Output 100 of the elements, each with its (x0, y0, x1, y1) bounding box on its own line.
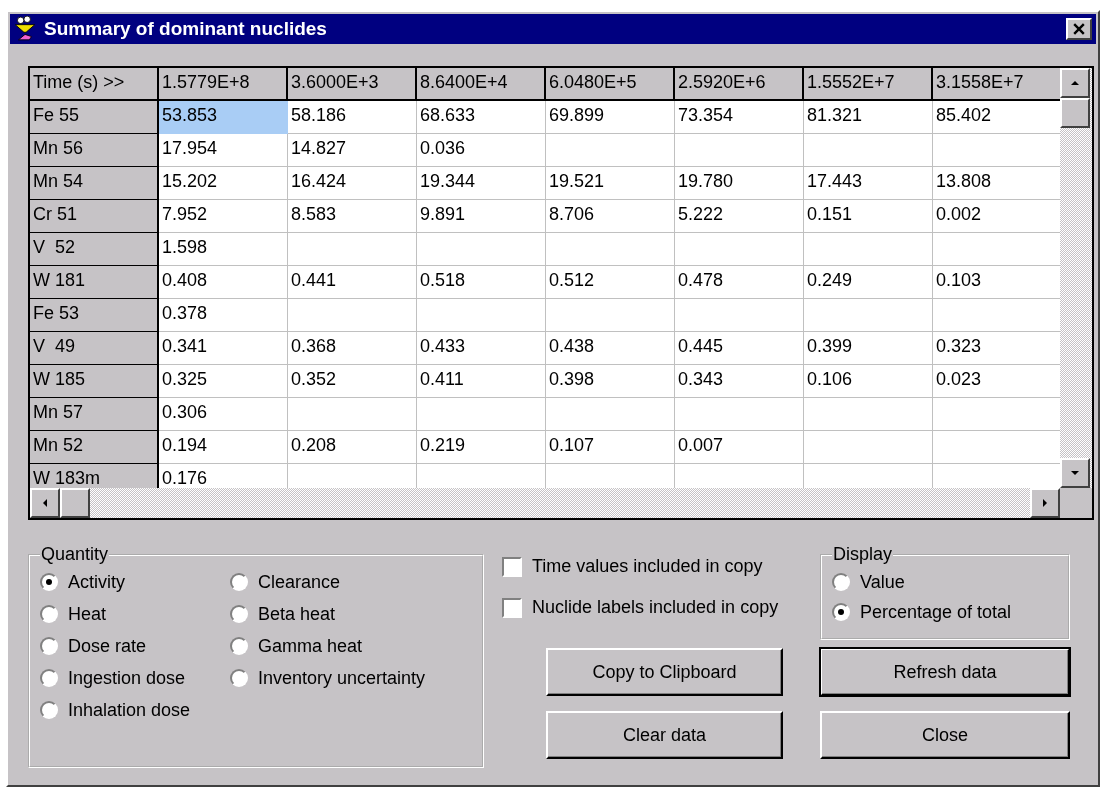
radio-option[interactable]: Inventory uncertainty (230, 665, 472, 691)
radio-button[interactable] (230, 605, 248, 623)
table-cell[interactable]: 0.433 (417, 332, 546, 365)
table-cell[interactable]: 0.151 (804, 200, 933, 233)
radio-option[interactable]: Value (832, 567, 1058, 597)
radio-button[interactable] (230, 573, 248, 591)
table-cell[interactable]: 17.954 (159, 134, 288, 167)
table-cell[interactable]: 85.402 (933, 101, 1060, 134)
radio-button[interactable] (40, 605, 58, 623)
vertical-scrollbar[interactable] (1060, 68, 1092, 488)
table-cell[interactable]: 58.186 (288, 101, 417, 134)
scroll-left-button[interactable] (30, 488, 60, 518)
table-cell[interactable]: 0.378 (159, 299, 288, 332)
table-cell[interactable]: 13.808 (933, 167, 1060, 200)
corner-header: Time (s) >> (30, 68, 159, 101)
scrollbar-corner (1060, 488, 1092, 518)
table-cell[interactable]: 19.780 (675, 167, 804, 200)
table-cell[interactable]: 68.633 (417, 101, 546, 134)
radio-option[interactable]: Heat (40, 601, 230, 627)
radio-button[interactable] (40, 701, 58, 719)
radio-option[interactable]: Ingestion dose (40, 665, 230, 691)
table-cell[interactable]: 8.583 (288, 200, 417, 233)
table-cell[interactable]: 0.176 (159, 464, 288, 488)
table-cell[interactable]: 0.194 (159, 431, 288, 464)
radio-button[interactable] (230, 637, 248, 655)
table-cell[interactable]: 0.325 (159, 365, 288, 398)
radio-button[interactable] (40, 573, 58, 591)
scroll-down-button[interactable] (1060, 458, 1090, 488)
table-cell[interactable]: 0.368 (288, 332, 417, 365)
horizontal-scrollbar[interactable] (30, 488, 1060, 518)
radio-button[interactable] (832, 603, 850, 621)
row-header: V 49 (30, 332, 159, 365)
radio-option[interactable]: Clearance (230, 569, 472, 595)
table-cell[interactable]: 17.443 (804, 167, 933, 200)
table-cell[interactable]: 0.103 (933, 266, 1060, 299)
checkbox[interactable] (502, 556, 522, 577)
table-cell[interactable]: 15.202 (159, 167, 288, 200)
radio-button[interactable] (230, 669, 248, 687)
option-label: Dose rate (68, 635, 147, 657)
row-header: Mn 57 (30, 398, 159, 431)
table-cell[interactable]: 19.344 (417, 167, 546, 200)
table-cell[interactable]: 9.891 (417, 200, 546, 233)
table-cell[interactable]: 7.952 (159, 200, 288, 233)
option-label: Beta heat (258, 603, 336, 625)
table-cell[interactable]: 0.411 (417, 365, 546, 398)
column-header: 1.5552E+7 (804, 68, 933, 101)
table-cell[interactable]: 0.219 (417, 431, 546, 464)
close-icon[interactable] (1066, 18, 1092, 40)
table-cell[interactable]: 5.222 (675, 200, 804, 233)
table-cell[interactable]: 0.107 (546, 431, 675, 464)
radio-option[interactable]: Percentage of total (832, 597, 1058, 627)
table-cell[interactable]: 0.023 (933, 365, 1060, 398)
checkbox[interactable] (502, 597, 522, 618)
radio-option[interactable]: Gamma heat (230, 633, 472, 659)
table-cell[interactable]: 0.408 (159, 266, 288, 299)
table-cell[interactable]: 0.445 (675, 332, 804, 365)
table-cell[interactable]: 19.521 (546, 167, 675, 200)
table-cell[interactable]: 14.827 (288, 134, 417, 167)
table-cell[interactable]: 0.106 (804, 365, 933, 398)
table-cell[interactable]: 0.438 (546, 332, 675, 365)
table-cell[interactable]: 0.007 (675, 431, 804, 464)
table-cell[interactable]: 69.899 (546, 101, 675, 134)
table-cell[interactable]: 0.398 (546, 365, 675, 398)
scroll-up-button[interactable] (1060, 68, 1090, 98)
table-cell[interactable]: 81.321 (804, 101, 933, 134)
table-cell[interactable]: 0.343 (675, 365, 804, 398)
action-button[interactable]: Close (820, 711, 1070, 759)
radio-option[interactable]: Beta heat (230, 601, 472, 627)
table-cell[interactable]: 0.323 (933, 332, 1060, 365)
table-cell[interactable]: 53.853 (159, 101, 288, 134)
table-cell[interactable]: 0.208 (288, 431, 417, 464)
action-button[interactable]: Clear data (546, 711, 783, 759)
action-button[interactable]: Refresh data (820, 648, 1070, 696)
table-cell[interactable]: 0.441 (288, 266, 417, 299)
table-cell[interactable]: 0.512 (546, 266, 675, 299)
table-cell[interactable]: 8.706 (546, 200, 675, 233)
radio-button[interactable] (832, 573, 850, 591)
radio-button[interactable] (40, 669, 58, 687)
table-cell[interactable]: 0.518 (417, 266, 546, 299)
radio-option[interactable]: Inhalation dose (40, 697, 230, 723)
scroll-thumb[interactable] (1060, 98, 1090, 128)
scroll-thumb[interactable] (60, 488, 90, 518)
group-title: Display (832, 544, 894, 565)
table-cell[interactable]: 0.478 (675, 266, 804, 299)
table-cell[interactable]: 0.352 (288, 365, 417, 398)
table-cell[interactable]: 0.341 (159, 332, 288, 365)
table-cell[interactable]: 73.354 (675, 101, 804, 134)
row-header: V 52 (30, 233, 159, 266)
table-cell[interactable]: 0.036 (417, 134, 546, 167)
table-cell[interactable]: 0.002 (933, 200, 1060, 233)
table-cell[interactable]: 0.399 (804, 332, 933, 365)
radio-option[interactable]: Activity (40, 569, 230, 595)
radio-option[interactable]: Dose rate (40, 633, 230, 659)
radio-button[interactable] (40, 637, 58, 655)
scroll-right-button[interactable] (1030, 488, 1060, 518)
table-cell[interactable]: 0.249 (804, 266, 933, 299)
table-cell[interactable]: 0.306 (159, 398, 288, 431)
table-cell[interactable]: 16.424 (288, 167, 417, 200)
action-button[interactable]: Copy to Clipboard (546, 648, 783, 696)
table-cell[interactable]: 1.598 (159, 233, 288, 266)
